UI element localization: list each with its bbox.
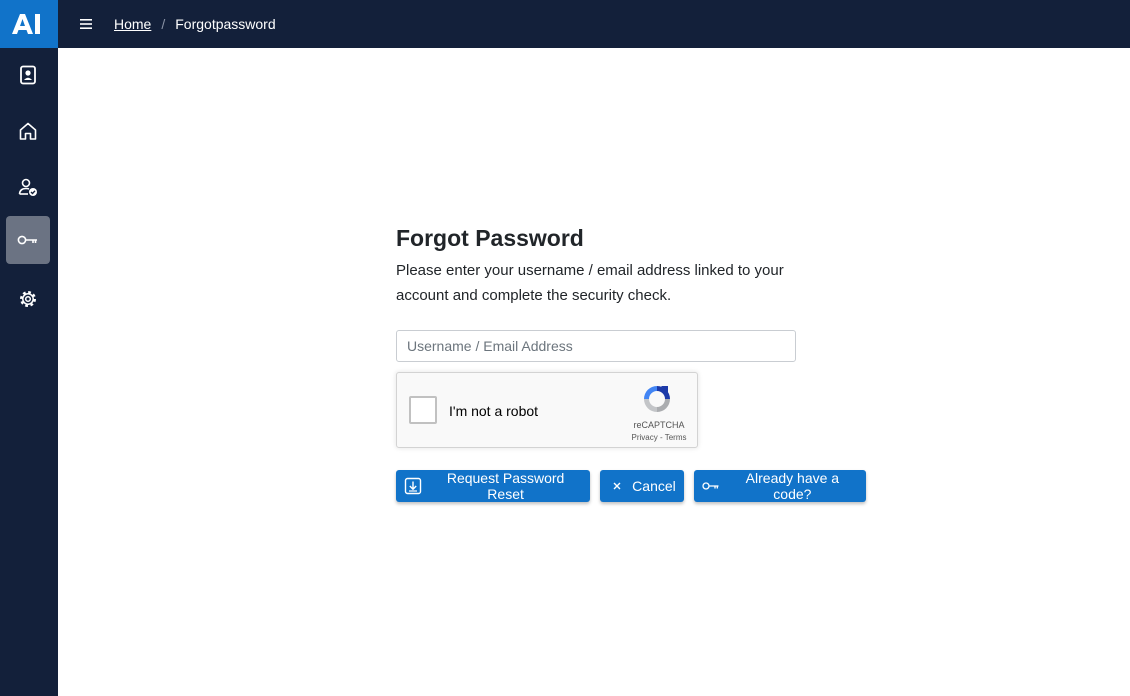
- already-have-code-button[interactable]: Already have a code?: [693, 470, 866, 502]
- sidebar-item-badge[interactable]: [6, 51, 50, 99]
- recaptcha-icon: [644, 386, 670, 412]
- cancel-button[interactable]: Cancel: [600, 470, 684, 502]
- sidebar-item-key[interactable]: [6, 216, 50, 264]
- recaptcha-label: I'm not a robot: [449, 403, 539, 419]
- app-logo[interactable]: [0, 0, 58, 48]
- instructions-text: Please enter your username / email addre…: [396, 262, 784, 304]
- forgot-password-form: Forgot Password Please enter your userna…: [396, 222, 866, 502]
- sidebar-item-user[interactable]: [6, 163, 50, 211]
- already-have-code-label: Already have a code?: [745, 470, 840, 502]
- breadcrumb: Home / Forgotpassword: [114, 0, 276, 48]
- breadcrumb-separator: /: [161, 16, 166, 32]
- sidebar-item-settings[interactable]: [6, 275, 50, 323]
- key-icon: [702, 480, 720, 492]
- hamburger-icon[interactable]: [78, 14, 96, 34]
- recaptcha-brand: reCAPTCHA: [633, 420, 685, 430]
- recaptcha-links[interactable]: Privacy - Terms: [619, 433, 699, 442]
- sidebar: [0, 48, 58, 696]
- page-title: Forgot Password: [396, 225, 584, 251]
- recaptcha-widget: I'm not a robot reCAPTCHA Privacy - Term…: [396, 372, 698, 448]
- top-bar: Home / Forgotpassword: [0, 0, 1130, 48]
- form-actions: Request Password Reset Cancel Already ha…: [396, 470, 866, 502]
- recaptcha-checkbox[interactable]: [409, 396, 437, 424]
- request-password-reset-button[interactable]: Request Password Reset: [396, 470, 591, 502]
- breadcrumb-current: Forgotpassword: [175, 16, 276, 32]
- home-icon: [19, 122, 37, 140]
- cancel-label: Cancel: [632, 478, 676, 494]
- key-icon: [17, 235, 37, 245]
- gear-icon: [20, 291, 36, 307]
- download-box-icon: [404, 477, 422, 495]
- logo-mark: [12, 14, 40, 34]
- breadcrumb-home-link[interactable]: Home: [114, 16, 151, 32]
- request-password-reset-label: Request Password Reset: [446, 470, 565, 502]
- close-icon: [612, 481, 622, 491]
- badge-icon: [20, 65, 36, 85]
- username-email-input[interactable]: [396, 330, 796, 362]
- sidebar-item-home[interactable]: [6, 107, 50, 155]
- user-check-icon: [18, 178, 37, 196]
